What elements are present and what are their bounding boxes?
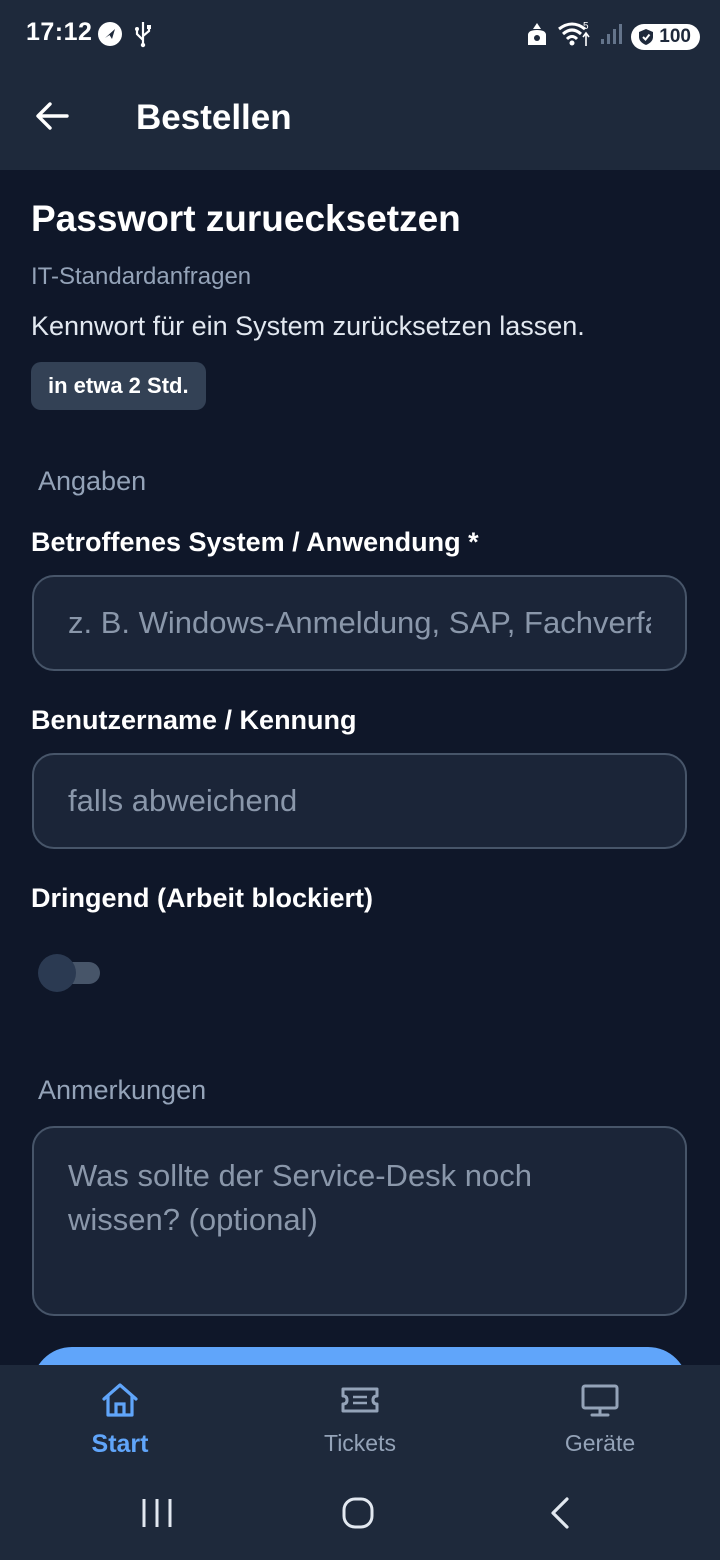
status-bar: 17:12 5 100: [0, 0, 720, 70]
recent-apps-icon: [141, 1497, 173, 1534]
home-circle-icon: [341, 1496, 375, 1535]
username-field-label: Benutzername / Kennung: [31, 705, 357, 735]
toggle-thumb: [38, 954, 76, 992]
system-nav-bar: [0, 1470, 720, 1560]
notes-textarea[interactable]: [34, 1128, 685, 1314]
chevron-left-icon: [548, 1496, 572, 1535]
nav-item-tickets[interactable]: Tickets: [280, 1381, 440, 1457]
status-time: 17:12: [26, 18, 93, 46]
system-field-container: [32, 575, 687, 671]
submit-button[interactable]: [32, 1347, 688, 1365]
bottom-nav: Start Tickets Geräte: [0, 1365, 720, 1470]
home-button[interactable]: [328, 1492, 388, 1538]
recent-apps-button[interactable]: [127, 1492, 187, 1538]
ticket-icon: [340, 1381, 380, 1424]
notes-field-container: [32, 1126, 687, 1316]
usb-icon: [134, 20, 152, 53]
eta-badge: in etwa 2 Std.: [31, 362, 206, 410]
service-description: Kennwort für ein System zurücksetzen las…: [31, 311, 585, 341]
arrow-left-icon: [35, 101, 69, 136]
status-right-icons: 5 100: [525, 20, 700, 53]
section-details-heading: Angaben: [38, 466, 147, 496]
nav-item-geraete[interactable]: Geräte: [520, 1381, 680, 1457]
app-bar: Bestellen: [0, 70, 720, 170]
navigation-icon: [96, 20, 124, 53]
app-screen: 17:12 5 100 Bestellen Passwort zurueckse…: [0, 0, 720, 1560]
service-category: IT-Standardanfragen: [31, 263, 252, 290]
username-input[interactable]: [34, 755, 685, 847]
service-title: Passwort zuruecksetzen: [31, 198, 461, 239]
cell-signal-icon: [599, 22, 623, 51]
person-alert-icon: [525, 21, 549, 52]
svg-text:5: 5: [583, 21, 589, 32]
monitor-icon: [580, 1381, 620, 1424]
status-left-icons: [96, 20, 152, 53]
username-field-container: [32, 753, 687, 849]
home-icon: [100, 1381, 140, 1424]
battery-level: 100: [659, 25, 691, 47]
urgent-toggle[interactable]: [38, 954, 100, 992]
page-title: Bestellen: [136, 98, 292, 137]
battery-icon: 100: [631, 23, 700, 50]
system-input[interactable]: [34, 577, 685, 669]
system-back-button[interactable]: [530, 1492, 590, 1538]
nav-item-start[interactable]: Start: [40, 1381, 200, 1459]
nav-label-start: Start: [91, 1430, 149, 1458]
nav-label-tickets: Tickets: [324, 1430, 396, 1456]
urgent-label: Dringend (Arbeit blockiert): [31, 883, 374, 913]
system-field-label: Betroffenes System / Anwendung *: [31, 527, 479, 557]
back-button[interactable]: [26, 92, 78, 144]
order-form: Passwort zuruecksetzen IT-Standardanfrag…: [0, 170, 720, 1365]
section-notes-heading: Anmerkungen: [38, 1075, 207, 1105]
wifi-icon: 5: [557, 20, 591, 53]
nav-label-geraete: Geräte: [564, 1430, 636, 1456]
